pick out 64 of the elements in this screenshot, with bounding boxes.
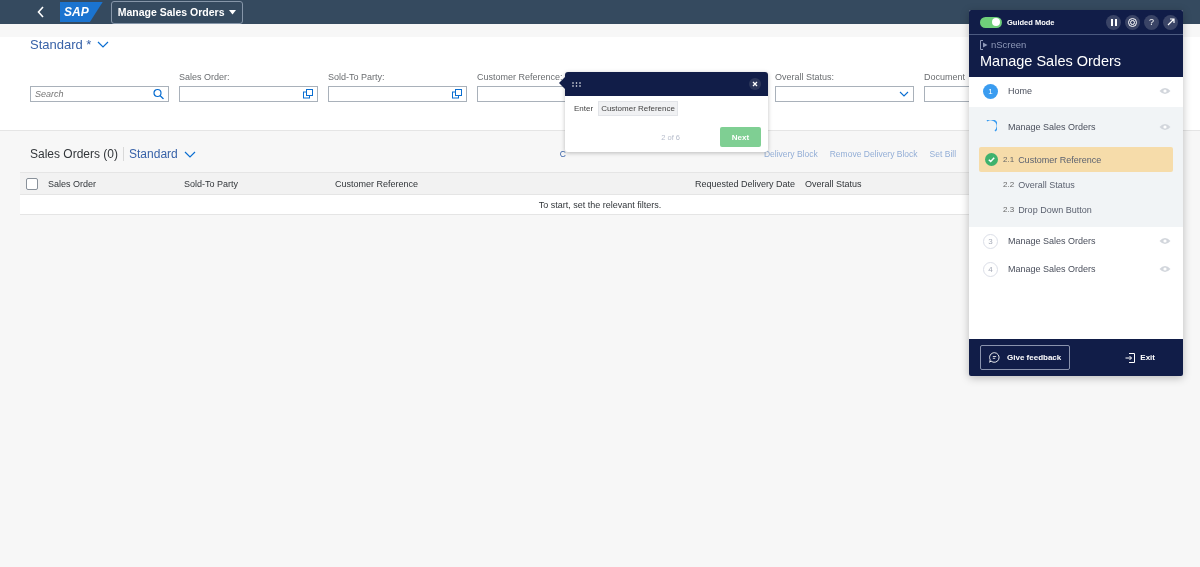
chevron-down-icon bbox=[183, 150, 196, 158]
input-field[interactable] bbox=[328, 86, 467, 102]
chevron-down-icon[interactable] bbox=[899, 91, 909, 97]
column-header[interactable]: Sales Order bbox=[48, 178, 184, 189]
filter-label: Overall Status: bbox=[775, 72, 836, 83]
search-icon bbox=[153, 88, 164, 100]
substep-item[interactable]: 2.2 Overall Status bbox=[979, 172, 1173, 197]
guide-title: Manage Sales Orders bbox=[969, 50, 1183, 77]
play-logo-icon bbox=[980, 39, 990, 50]
table-variant-selector[interactable]: Standard bbox=[129, 147, 196, 161]
caret-icon bbox=[228, 9, 236, 15]
search-field[interactable]: Search bbox=[30, 86, 169, 102]
column-header[interactable]: Overall Status bbox=[805, 178, 872, 189]
input-field[interactable] bbox=[179, 86, 318, 102]
expand-button[interactable] bbox=[1163, 14, 1178, 30]
feedback-button[interactable]: Give feedback bbox=[980, 345, 1071, 370]
filter-label: Sales Order: bbox=[179, 72, 231, 83]
substep-number: 2.2 bbox=[1003, 180, 1015, 189]
step-item[interactable]: Manage Sales Orders bbox=[969, 107, 1183, 147]
filter-label: Sold-To Party: bbox=[328, 72, 386, 83]
substep-label: Customer Reference bbox=[1018, 154, 1102, 165]
substep-label: Drop Down Button bbox=[1018, 204, 1092, 215]
dropdown-field[interactable] bbox=[775, 86, 914, 102]
chevron-down-icon bbox=[97, 41, 110, 48]
substep-label: Overall Status bbox=[1018, 179, 1075, 190]
back-icon[interactable] bbox=[37, 6, 45, 18]
column-header[interactable]: Customer Reference bbox=[335, 178, 689, 189]
column-header[interactable]: Sold-To Party bbox=[184, 178, 335, 189]
toolbar-button[interactable]: C bbox=[559, 149, 566, 159]
chat-bubble-icon bbox=[989, 352, 1000, 363]
help-button[interactable]: ? bbox=[1144, 14, 1159, 30]
value-help-icon[interactable] bbox=[452, 89, 462, 99]
pause-icon bbox=[1110, 18, 1117, 26]
substep-item[interactable]: 2.1 Customer Reference bbox=[979, 147, 1173, 172]
substep-number: 2.1 bbox=[1003, 155, 1015, 164]
step-number: 1 bbox=[983, 83, 998, 99]
drag-handle-icon[interactable] bbox=[572, 81, 581, 87]
value-help-icon[interactable] bbox=[303, 89, 313, 99]
spinner-icon bbox=[984, 120, 997, 134]
exit-icon bbox=[1125, 352, 1136, 363]
step-item[interactable]: 1 Home bbox=[969, 77, 1183, 105]
filter-label: Document bbox=[924, 72, 967, 83]
instruction-verb: Enter bbox=[574, 104, 594, 113]
target-button[interactable] bbox=[1125, 14, 1140, 30]
app-title-menu[interactable]: Manage Sales Orders bbox=[110, 0, 243, 24]
table-title: Sales Orders (0) bbox=[30, 147, 119, 161]
pause-button[interactable] bbox=[1106, 14, 1121, 30]
target-chip: Customer Reference bbox=[598, 101, 678, 116]
arrow-up-right-icon bbox=[1166, 18, 1175, 26]
close-icon[interactable] bbox=[749, 78, 761, 90]
substep-number: 2.3 bbox=[1003, 205, 1015, 214]
exit-button[interactable]: Exit bbox=[1125, 352, 1155, 363]
filter-label: Customer Reference: bbox=[477, 72, 564, 83]
step-item[interactable]: 4 Manage Sales Orders bbox=[969, 255, 1183, 283]
substep-item[interactable]: 2.3 Drop Down Button bbox=[979, 197, 1173, 222]
empty-message: To start, set the relevant filters. bbox=[538, 199, 662, 210]
variant-selector[interactable]: Standard * bbox=[30, 37, 110, 52]
brand-name: nScreen bbox=[991, 39, 1027, 50]
guided-mode-toggle[interactable] bbox=[980, 16, 1002, 28]
column-header[interactable]: Requested Delivery Date bbox=[689, 178, 805, 189]
step-item[interactable]: 3 Manage Sales Orders bbox=[969, 227, 1183, 255]
target-icon bbox=[1128, 17, 1137, 27]
sap-logo[interactable]: SAP bbox=[60, 2, 103, 22]
select-all-checkbox[interactable] bbox=[26, 177, 38, 190]
